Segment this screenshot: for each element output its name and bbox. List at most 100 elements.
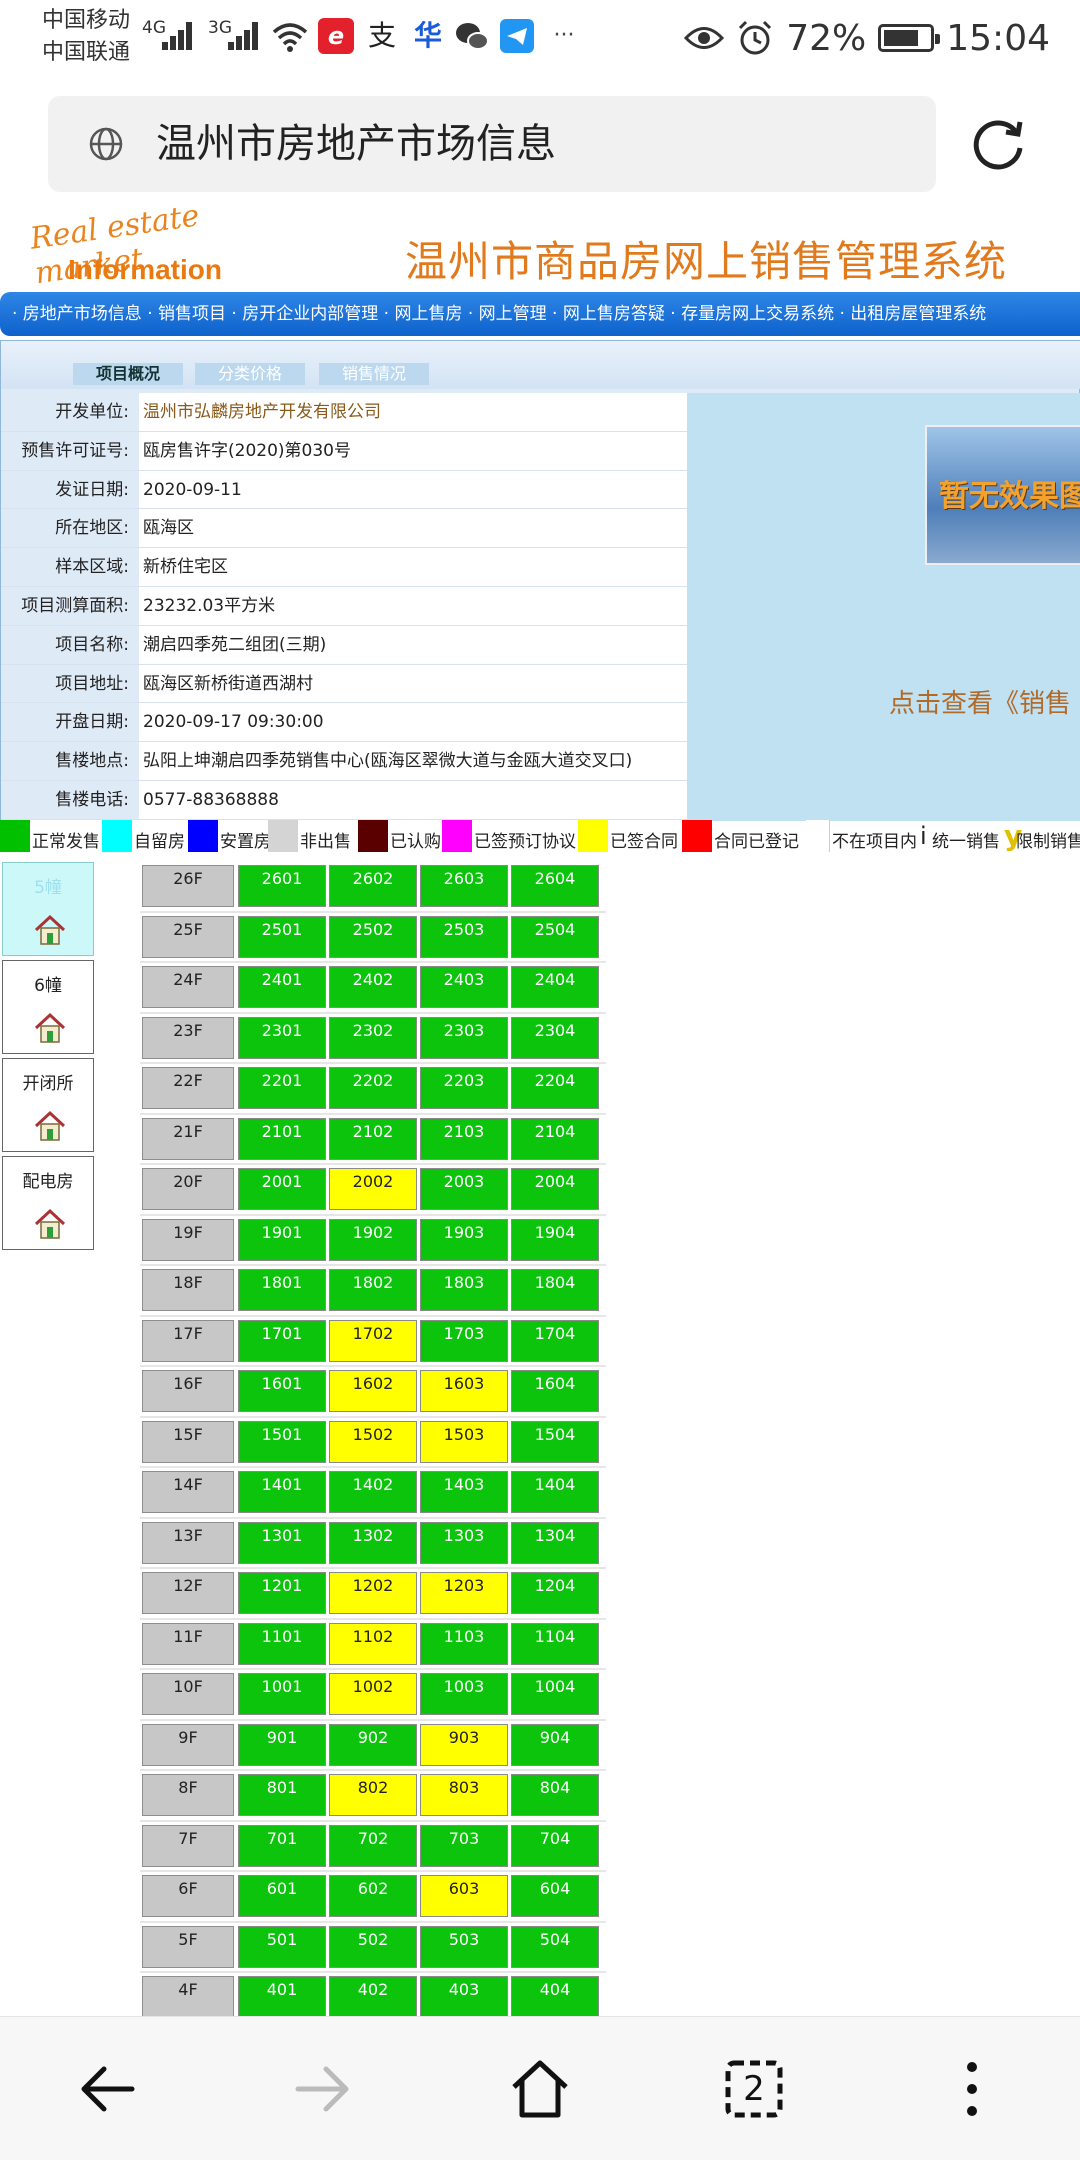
home-icon[interactable]	[504, 2053, 576, 2125]
unit-cell[interactable]: 2301	[238, 1016, 326, 1059]
unit-cell[interactable]: 903	[420, 1723, 508, 1766]
forward-icon[interactable]	[286, 2053, 358, 2125]
unit-cell[interactable]: 503	[420, 1925, 508, 1968]
unit-cell[interactable]: 2601	[238, 865, 326, 907]
unit-cell[interactable]: 2602	[329, 865, 417, 907]
unit-cell[interactable]: 2002	[329, 1168, 417, 1210]
unit-cell[interactable]: 1204	[511, 1572, 599, 1614]
unit-cell[interactable]: 502	[329, 1925, 417, 1968]
unit-cell[interactable]: 2604	[511, 865, 599, 907]
unit-cell[interactable]: 1202	[329, 1572, 417, 1614]
unit-cell[interactable]: 2401	[238, 966, 326, 1008]
unit-cell[interactable]: 2403	[420, 966, 508, 1008]
unit-cell[interactable]: 1901	[238, 1218, 326, 1261]
unit-cell[interactable]: 404	[511, 1976, 599, 2016]
unit-cell[interactable]: 2402	[329, 966, 417, 1008]
unit-cell[interactable]: 1704	[511, 1319, 599, 1362]
unit-cell[interactable]: 904	[511, 1723, 599, 1766]
unit-cell[interactable]: 701	[238, 1824, 326, 1867]
unit-cell[interactable]: 2304	[511, 1016, 599, 1059]
unit-cell[interactable]: 1201	[238, 1572, 326, 1614]
unit-cell[interactable]: 402	[329, 1976, 417, 2016]
unit-cell[interactable]: 2201	[238, 1067, 326, 1109]
unit-cell[interactable]: 601	[238, 1875, 326, 1917]
unit-cell[interactable]: 2302	[329, 1016, 417, 1059]
back-icon[interactable]	[72, 2053, 144, 2125]
unit-cell[interactable]: 602	[329, 1875, 417, 1917]
rendering-image[interactable]: 暂无效果图	[925, 425, 1080, 565]
menu-icon[interactable]	[936, 2053, 1008, 2125]
unit-cell[interactable]: 1402	[329, 1471, 417, 1513]
unit-cell[interactable]: 2502	[329, 915, 417, 958]
unit-cell[interactable]: 2501	[238, 915, 326, 958]
unit-cell[interactable]: 2202	[329, 1067, 417, 1109]
unit-cell[interactable]: 2603	[420, 865, 508, 907]
unit-cell[interactable]: 1701	[238, 1319, 326, 1362]
unit-cell[interactable]: 1401	[238, 1471, 326, 1513]
tabs-button[interactable]: 2	[718, 2053, 790, 2125]
unit-cell[interactable]: 1804	[511, 1269, 599, 1311]
reload-icon[interactable]	[966, 112, 1030, 176]
unit-cell[interactable]: 1903	[420, 1218, 508, 1261]
unit-cell[interactable]: 1802	[329, 1269, 417, 1311]
unit-cell[interactable]: 2503	[420, 915, 508, 958]
unit-cell[interactable]: 1702	[329, 1319, 417, 1362]
unit-cell[interactable]: 1303	[420, 1521, 508, 1564]
unit-cell[interactable]: 2103	[420, 1117, 508, 1160]
unit-cell[interactable]: 901	[238, 1723, 326, 1766]
unit-cell[interactable]: 2504	[511, 915, 599, 958]
unit-cell[interactable]: 504	[511, 1925, 599, 1968]
unit-cell[interactable]: 2004	[511, 1168, 599, 1210]
unit-cell[interactable]: 1004	[511, 1673, 599, 1715]
unit-cell[interactable]: 804	[511, 1774, 599, 1816]
unit-cell[interactable]: 603	[420, 1875, 508, 1917]
unit-cell[interactable]: 2303	[420, 1016, 508, 1059]
unit-cell[interactable]: 703	[420, 1824, 508, 1867]
unit-cell[interactable]: 802	[329, 1774, 417, 1816]
unit-cell[interactable]: 1001	[238, 1673, 326, 1715]
address-bar[interactable]: 温州市房地产市场信息	[48, 96, 936, 192]
unit-cell[interactable]: 1902	[329, 1218, 417, 1261]
building-tab[interactable]: 5幢	[2, 862, 94, 956]
unit-cell[interactable]: 1101	[238, 1622, 326, 1665]
unit-cell[interactable]: 1301	[238, 1521, 326, 1564]
unit-cell[interactable]: 1603	[420, 1370, 508, 1412]
unit-cell[interactable]: 1502	[329, 1420, 417, 1463]
unit-cell[interactable]: 702	[329, 1824, 417, 1867]
unit-cell[interactable]: 704	[511, 1824, 599, 1867]
unit-cell[interactable]: 2101	[238, 1117, 326, 1160]
unit-cell[interactable]: 1304	[511, 1521, 599, 1564]
unit-cell[interactable]: 2404	[511, 966, 599, 1008]
unit-cell[interactable]: 604	[511, 1875, 599, 1917]
tab-sales[interactable]: 销售情况	[319, 363, 429, 385]
unit-cell[interactable]: 1203	[420, 1572, 508, 1614]
unit-cell[interactable]: 2102	[329, 1117, 417, 1160]
tab-price[interactable]: 分类价格	[195, 363, 305, 385]
unit-cell[interactable]: 1604	[511, 1370, 599, 1412]
building-tab[interactable]: 开闭所	[2, 1058, 94, 1152]
unit-cell[interactable]: 1503	[420, 1420, 508, 1463]
unit-cell[interactable]: 803	[420, 1774, 508, 1816]
unit-cell[interactable]: 2001	[238, 1168, 326, 1210]
unit-cell[interactable]: 1404	[511, 1471, 599, 1513]
unit-cell[interactable]: 1102	[329, 1622, 417, 1665]
unit-cell[interactable]: 1403	[420, 1471, 508, 1513]
unit-cell[interactable]: 801	[238, 1774, 326, 1816]
sales-info-link[interactable]: 点击查看《销售	[889, 683, 1071, 720]
nav-links[interactable]: · 房地产市场信息 · 销售项目 · 房开企业内部管理 · 网上售房 · 网上管…	[12, 292, 986, 336]
unit-cell[interactable]: 2204	[511, 1067, 599, 1109]
unit-cell[interactable]: 1104	[511, 1622, 599, 1665]
unit-cell[interactable]: 2003	[420, 1168, 508, 1210]
unit-cell[interactable]: 1904	[511, 1218, 599, 1261]
unit-cell[interactable]: 1501	[238, 1420, 326, 1463]
building-tab[interactable]: 6幢	[2, 960, 94, 1054]
unit-cell[interactable]: 501	[238, 1925, 326, 1968]
tab-overview[interactable]: 项目概况	[73, 363, 183, 385]
unit-cell[interactable]: 1002	[329, 1673, 417, 1715]
unit-cell[interactable]: 902	[329, 1723, 417, 1766]
unit-cell[interactable]: 1601	[238, 1370, 326, 1412]
building-tab[interactable]: 配电房	[2, 1156, 94, 1250]
unit-cell[interactable]: 1103	[420, 1622, 508, 1665]
unit-cell[interactable]: 1302	[329, 1521, 417, 1564]
unit-cell[interactable]: 2203	[420, 1067, 508, 1109]
